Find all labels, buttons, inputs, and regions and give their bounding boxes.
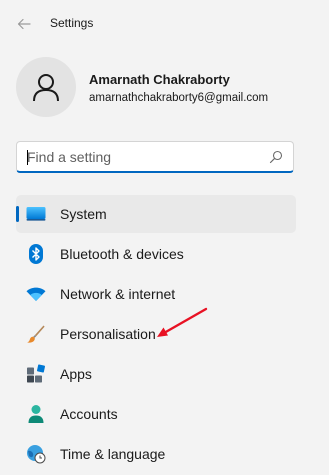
title-bar: Settings — [0, 0, 329, 48]
user-email: amarnathchakraborty6@gmail.com — [89, 92, 269, 104]
system-monitor-icon — [26, 205, 46, 223]
sidebar-item-label: Accounts — [60, 406, 118, 422]
selection-indicator — [16, 206, 19, 222]
search-box[interactable] — [16, 141, 294, 173]
sidebar-item-label: Apps — [60, 366, 92, 382]
sidebar-item-system[interactable]: System — [16, 195, 296, 233]
annotation-arrow-icon — [157, 307, 208, 337]
search-icon[interactable] — [269, 150, 283, 164]
sidebar-item-label: Time & language — [60, 446, 166, 462]
window-title: Settings — [50, 16, 94, 30]
paintbrush-icon — [26, 325, 46, 343]
sidebar-item-time-language[interactable]: Time & language — [16, 435, 296, 473]
user-icon — [33, 74, 59, 102]
search-input[interactable] — [27, 142, 267, 171]
sidebar-item-accounts[interactable]: Accounts — [16, 395, 296, 433]
wifi-icon — [26, 285, 46, 303]
avatar[interactable] — [16, 57, 76, 117]
sidebar-item-label: Personalisation — [60, 326, 156, 342]
user-name: Amarnath Chakraborty — [89, 72, 230, 87]
apps-icon — [26, 364, 46, 383]
bluetooth-icon — [26, 244, 46, 264]
sidebar-item-label: Bluetooth & devices — [60, 246, 184, 262]
sidebar-item-apps[interactable]: Apps — [16, 355, 296, 393]
arrow-left-icon — [17, 18, 31, 30]
person-icon — [26, 405, 46, 423]
sidebar-item-bluetooth-devices[interactable]: Bluetooth & devices — [16, 235, 296, 273]
back-button[interactable] — [12, 12, 36, 36]
globe-clock-icon — [26, 445, 46, 464]
sidebar-item-label: System — [60, 206, 107, 222]
